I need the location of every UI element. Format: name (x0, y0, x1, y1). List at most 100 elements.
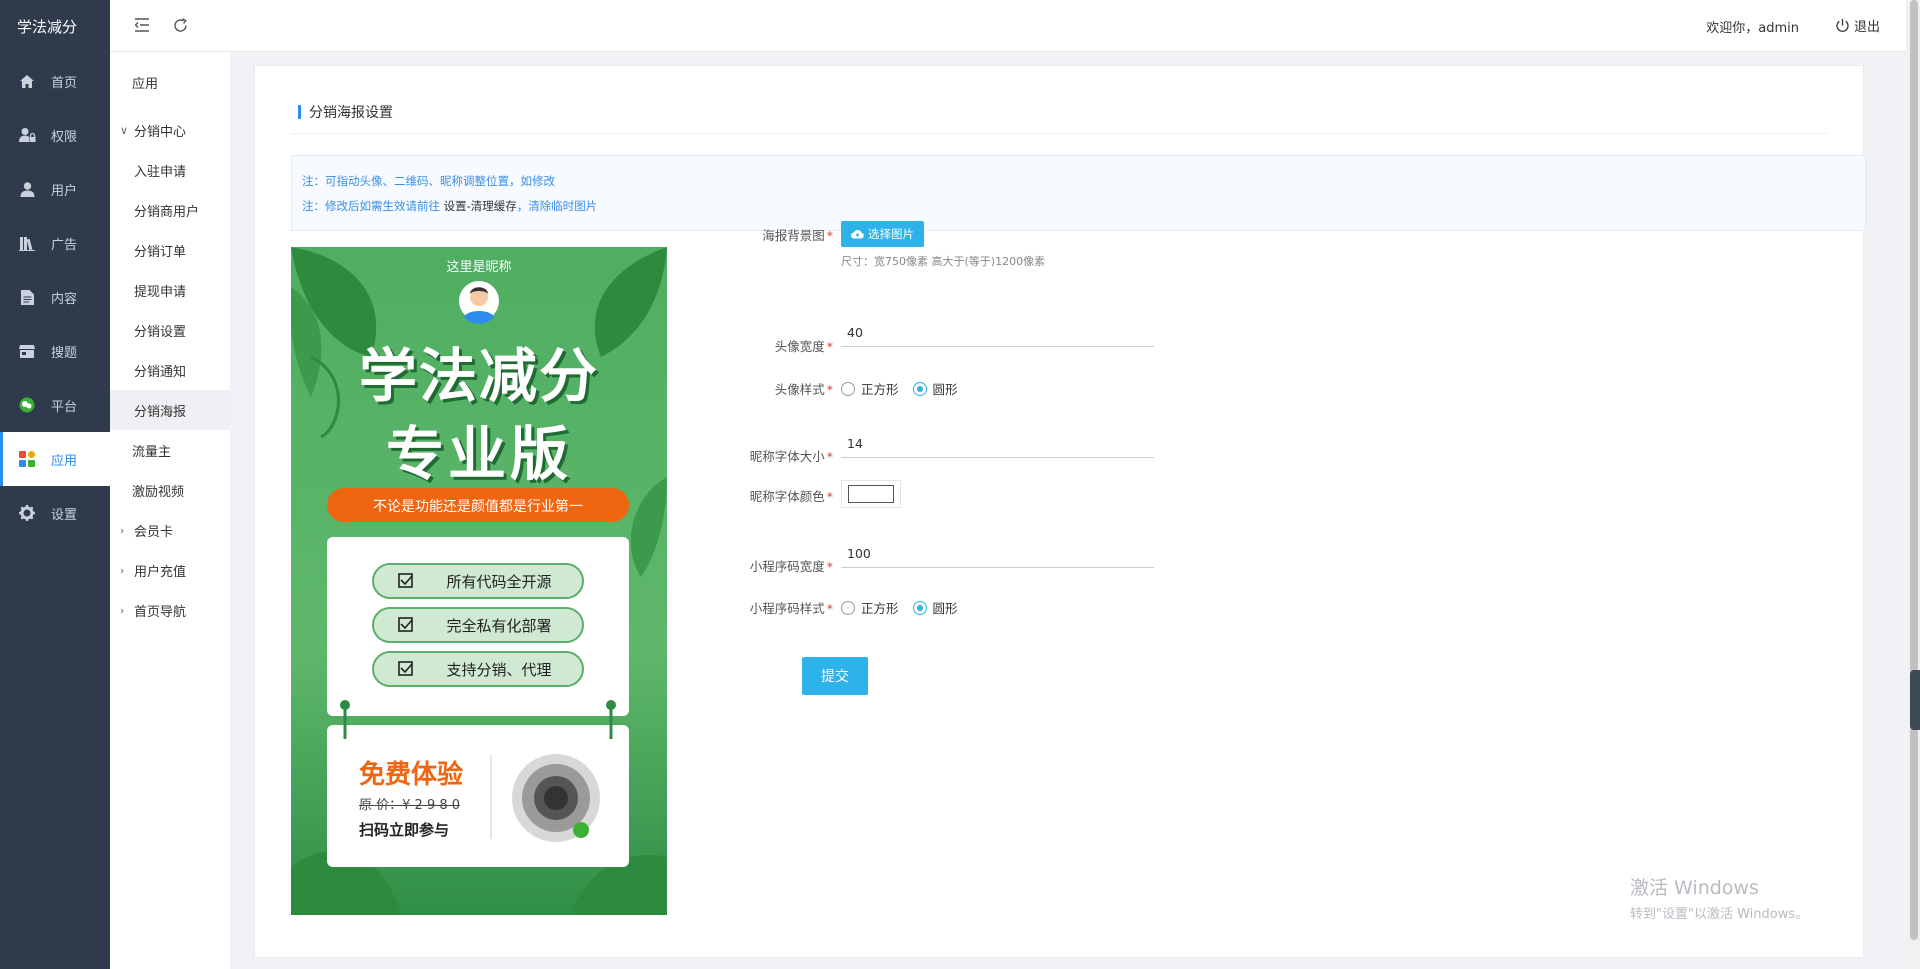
title-divider (291, 133, 1827, 134)
page-title-text: 分销海报设置 (309, 105, 393, 121)
sidebar-item-label: 广告 (51, 237, 78, 253)
scrollbar-thumb[interactable] (1910, 0, 1918, 940)
sidebar-item-settings[interactable]: 设置 (0, 486, 110, 540)
collapse-menu-icon[interactable] (131, 14, 153, 36)
poster-headline-2: 专业版 (385, 420, 572, 488)
label-avatar-style: 头像样式 (774, 382, 825, 397)
books-icon (17, 233, 37, 253)
nickname-size-input[interactable] (841, 430, 1154, 458)
subnav-group-recharge[interactable]: › 用户充值 (110, 550, 230, 590)
home-icon (17, 71, 37, 91)
poster-feature-3: 支持分销、代理 (446, 661, 552, 679)
sidebar-item-users[interactable]: 用户 (0, 162, 110, 216)
logout-button[interactable]: 退出 (1835, 16, 1880, 35)
sidebar-item-ads[interactable]: 广告 (0, 216, 110, 270)
wechat-icon (17, 395, 37, 415)
notice-line-2: 注：修改后如需生效请前往 设置-清理缓存，清除临时图片 (302, 194, 1855, 219)
sub-sidebar: 应用 ∨ 分销中心 入驻申请 分销商用户 分销订单 提现申请 分销设置 分销通知… (110, 52, 230, 969)
sidebar-item-platform[interactable]: 平台 (0, 378, 110, 432)
poster-price: 原 价：¥ 2 9 8 0 (359, 798, 461, 813)
radio-label: 正方形 (861, 382, 899, 397)
row-avatar-style: 头像样式 * 正方形 圆形 (731, 379, 972, 398)
poster-qr-code[interactable] (512, 754, 600, 842)
poster-headline-1: 学法减分 (358, 342, 599, 410)
cloud-upload-icon (851, 230, 864, 239)
subnav-item-distributor-users[interactable]: 分销商用户 (110, 190, 230, 230)
color-swatch-fill (848, 485, 894, 503)
subnav-item-distribution-orders[interactable]: 分销订单 (110, 230, 230, 270)
radio-circle (912, 381, 927, 396)
sidebar-item-search[interactable]: 搜题 (0, 324, 110, 378)
avatar-width-input[interactable] (841, 319, 1154, 347)
avatar-style-square-radio[interactable]: 正方形 (841, 379, 899, 398)
nickname-color-picker[interactable] (841, 480, 901, 508)
radio-circle (841, 381, 855, 396)
poster-nickname: 这里是昵称 (446, 260, 512, 275)
qr-width-input[interactable] (841, 540, 1154, 568)
poster-avatar[interactable] (459, 281, 499, 321)
sidebar-item-content[interactable]: 内容 (0, 270, 110, 324)
subnav-item-join-apply[interactable]: 入驻申请 (110, 150, 230, 190)
subnav-item-withdraw-apply[interactable]: 提现申请 (110, 270, 230, 310)
poster-feature-1: 所有代码全开源 (446, 573, 552, 591)
row-nickname-color: 昵称字体颜色 * (731, 480, 901, 508)
required-mark: * (826, 449, 833, 464)
submit-button[interactable]: 提交 (802, 657, 868, 695)
choose-image-button[interactable]: 选择图片 (841, 221, 924, 247)
page-scrollbar[interactable] (1906, 0, 1920, 969)
label-qr-width: 小程序码宽度 (749, 559, 825, 574)
row-qr-width: 小程序码宽度 * (731, 540, 1154, 575)
watermark-line-2: 转到"设置"以激活 Windows。 (1630, 907, 1809, 922)
windows-activation-watermark: 激活 Windows 转到"设置"以激活 Windows。 (1630, 873, 1808, 922)
row-nickname-size: 昵称字体大小 * (731, 430, 1154, 465)
subnav-item-distribution-notice[interactable]: 分销通知 (110, 350, 230, 390)
subnav-group-membership[interactable]: › 会员卡 (110, 510, 230, 550)
gear-icon (17, 503, 37, 523)
qr-style-circle-radio[interactable]: 圆形 (912, 598, 958, 617)
subnav-group-distribution[interactable]: ∨ 分销中心 (110, 110, 230, 150)
label-background-image: 海报背景图 (762, 228, 825, 243)
refresh-icon[interactable] (169, 14, 191, 36)
row-qr-style: 小程序码样式 * 正方形 圆形 (731, 598, 972, 617)
label-nickname-color: 昵称字体颜色 (749, 489, 825, 504)
subnav-item-reward-video[interactable]: 激励视频 (110, 470, 230, 510)
welcome-text: 欢迎你，admin (1706, 21, 1799, 36)
sidebar-item-label: 用户 (51, 183, 78, 199)
user-icon (17, 179, 37, 199)
logout-label: 退出 (1853, 20, 1880, 35)
sidebar-item-permission[interactable]: 权限 (0, 108, 110, 162)
poster-feature-2: 完全私有化部署 (446, 617, 552, 635)
sidebar-item-label: 内容 (51, 291, 78, 307)
radio-circle (841, 600, 855, 615)
subnav-group-label: 会员卡 (134, 524, 174, 540)
radio-circle (912, 600, 927, 615)
avatar-style-circle-radio[interactable]: 圆形 (912, 379, 958, 398)
subnav-top-apps[interactable]: 应用 (110, 54, 230, 110)
watermark-line-1: 激活 Windows (1630, 877, 1759, 899)
notice-line-2-pre: 注：修改后如需生效请前往 (302, 199, 444, 213)
brand-title: 学法减分 (17, 18, 78, 36)
subnav-item-traffic[interactable]: 流量主 (110, 430, 230, 470)
store-icon (17, 341, 37, 361)
notice-line-1: 注：可指动头像、二维码、昵称调整位置，如修改 (302, 174, 555, 188)
notice-line-2-post: ，清除临时图片 (516, 199, 598, 213)
sidebar-item-home[interactable]: 首页 (0, 54, 110, 108)
sidebar-item-label: 应用 (51, 453, 78, 469)
qr-style-square-radio[interactable]: 正方形 (841, 598, 899, 617)
subnav-item-distribution-settings[interactable]: 分销设置 (110, 310, 230, 350)
sidebar-item-label: 首页 (51, 75, 78, 91)
poster-scan: 扫码立即参与 (359, 821, 450, 839)
sidebar-item-label: 搜题 (51, 345, 78, 361)
label-nickname-size: 昵称字体大小 (749, 449, 825, 464)
radio-label: 圆形 (932, 382, 958, 397)
radio-label: 正方形 (861, 601, 899, 616)
required-mark: * (826, 382, 833, 397)
floating-side-tab[interactable] (1910, 670, 1920, 730)
notice-box: 注：可指动头像、二维码、昵称调整位置，如修改 注：修改后如需生效请前往 设置-清… (291, 155, 1866, 231)
row-avatar-width: 头像宽度 * (731, 319, 1154, 355)
power-icon (1836, 19, 1849, 32)
subnav-item-distribution-poster[interactable]: 分销海报 (110, 390, 230, 430)
apps-icon (17, 449, 37, 469)
subnav-group-home-nav[interactable]: › 首页导航 (110, 590, 230, 630)
sidebar-item-apps[interactable]: 应用 (0, 432, 110, 486)
